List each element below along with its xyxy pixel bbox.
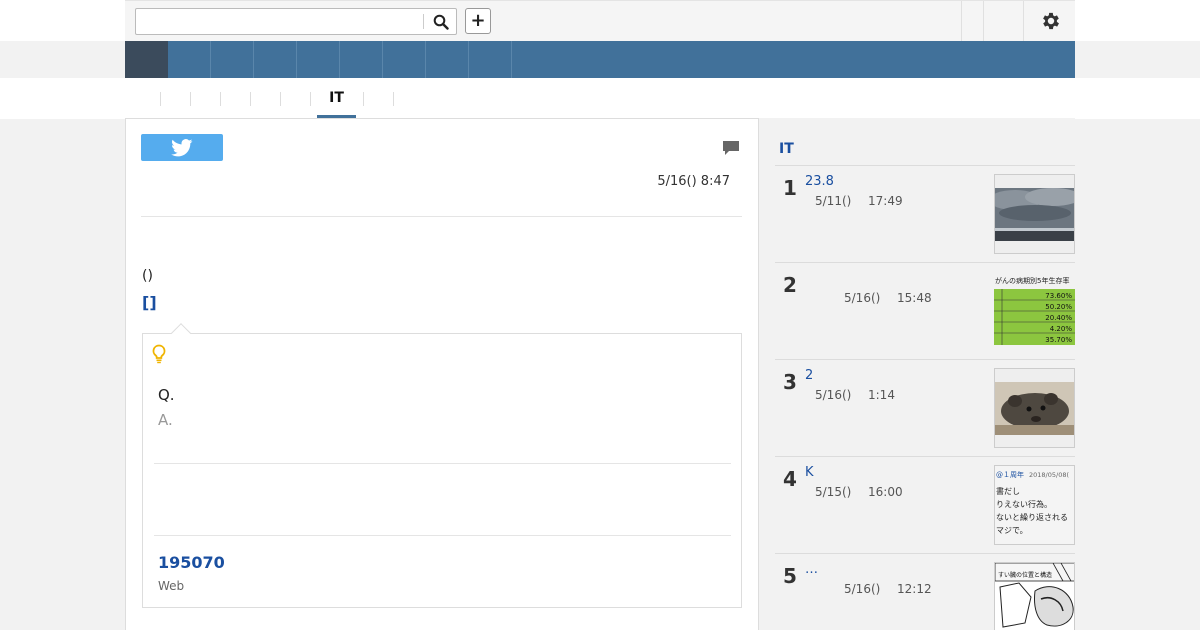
subtab-divider — [250, 92, 251, 106]
manga-image: すい臓の位置と構造 — [995, 563, 1074, 630]
ranking-thumbnail[interactable]: すい臓の位置と構造 — [994, 562, 1075, 630]
tab-it[interactable]: IT — [317, 90, 356, 108]
rank-number: 4 — [783, 467, 797, 491]
divider — [141, 216, 742, 217]
ranking-thumbnail[interactable]: @１周年 2018/05/08( 書だし りえない行為。 ないと繰り返される マ… — [994, 465, 1075, 545]
search-button[interactable] — [430, 11, 452, 33]
divider — [775, 359, 1075, 360]
thumb-table-value: 35.70% — [1045, 336, 1072, 344]
divider — [154, 535, 731, 536]
ranking-time: 17:49 — [868, 194, 903, 208]
divider — [775, 553, 1075, 554]
ranking-date: 5/11() — [815, 194, 852, 208]
divider — [775, 262, 1075, 263]
toolbar-divider — [983, 1, 984, 41]
thumb-tweet-line: マジで。 — [996, 526, 1028, 535]
subtab-divider — [363, 92, 364, 106]
thumb-tweet-line: りえない行為。 — [996, 499, 1052, 509]
ranking-link[interactable]: … — [805, 562, 818, 577]
thumb-manga-label: すい臓の位置と構造 — [998, 571, 1052, 579]
search-icon — [433, 14, 449, 30]
subtab-divider — [310, 92, 311, 106]
nav-item[interactable] — [254, 41, 297, 78]
ranking-time: 15:48 — [897, 291, 932, 305]
thumb-table-header: がんの病期別5年生存率 — [995, 276, 1069, 285]
divider — [154, 463, 731, 464]
qa-box — [142, 333, 742, 608]
comment-icon[interactable] — [722, 139, 740, 157]
rank-number: 5 — [783, 564, 797, 588]
clouds-image — [995, 175, 1074, 253]
ranking-date: 5/16() — [815, 388, 852, 402]
rank-number: 1 — [783, 176, 797, 200]
sidebar-title: IT — [779, 141, 794, 157]
table-image: がんの病期別5年生存率 73.60% 50.20% 20.40% 4.20% 3… — [994, 271, 1075, 351]
count-link[interactable]: 195070 — [158, 553, 225, 572]
nav-item-home[interactable] — [125, 41, 168, 78]
ranking-thumbnail[interactable] — [994, 174, 1075, 254]
article-link[interactable]: [] — [142, 293, 157, 312]
subtab-divider — [190, 92, 191, 106]
ranking-time: 12:12 — [897, 582, 932, 596]
toolbar: + — [125, 0, 1075, 41]
nav-item[interactable] — [383, 41, 426, 78]
rank-number: 3 — [783, 370, 797, 394]
animal-image — [995, 369, 1074, 447]
search-input[interactable] — [136, 9, 424, 34]
ranking-link[interactable]: 23.8 — [805, 174, 834, 189]
thumb-tweet-date: 2018/05/08( — [1029, 471, 1069, 479]
subtab-divider — [280, 92, 281, 106]
ranking-link[interactable]: K — [805, 465, 814, 480]
lightbulb-icon — [152, 344, 166, 364]
toolbar-divider — [1023, 1, 1024, 41]
ranking-date: 5/16() — [844, 291, 881, 305]
gear-icon[interactable] — [1040, 10, 1062, 32]
ranking-link[interactable]: 2 — [805, 368, 813, 383]
divider — [775, 456, 1075, 457]
ranking-time: 1:14 — [868, 388, 895, 402]
search-divider — [423, 14, 424, 29]
nav-item[interactable] — [340, 41, 383, 78]
ranking-thumbnail[interactable] — [994, 368, 1075, 448]
ranking-time: 16:00 — [868, 485, 903, 499]
subtab-divider — [220, 92, 221, 106]
thumb-table-value: 73.60% — [1045, 292, 1072, 300]
divider — [775, 165, 1075, 166]
thumb-tweet-line: 書だし — [996, 486, 1020, 496]
rank-number: 2 — [783, 273, 797, 297]
ranking-thumbnail[interactable]: がんの病期別5年生存率 73.60% 50.20% 20.40% 4.20% 3… — [994, 271, 1075, 351]
main-nav — [125, 41, 1075, 78]
ranking-date: 5/16() — [844, 582, 881, 596]
ranking-date: 5/15() — [815, 485, 852, 499]
article-datetime: 5/16() 8:47 — [657, 174, 730, 189]
search-box — [135, 8, 457, 35]
thumb-table-value: 50.20% — [1045, 303, 1072, 311]
subtab-divider — [160, 92, 161, 106]
subtab-divider — [393, 92, 394, 106]
thumb-tweet-line: ないと繰り返される — [996, 512, 1068, 522]
article-text: () — [142, 268, 153, 284]
nav-item[interactable] — [168, 41, 211, 78]
twitter-share-button[interactable] — [141, 134, 223, 161]
top-bar: + — [0, 0, 1200, 41]
nav-item[interactable] — [426, 41, 469, 78]
answer-text: A. — [158, 411, 173, 429]
nav-item[interactable] — [297, 41, 340, 78]
question-text: Q. — [158, 386, 175, 404]
thumb-table-value: 4.20% — [1050, 325, 1073, 333]
source-label: Web — [158, 579, 185, 593]
tweet-image: @１周年 2018/05/08( 書だし りえない行為。 ないと繰り返される マ… — [995, 466, 1074, 544]
thumb-table-value: 20.40% — [1045, 314, 1072, 322]
add-button[interactable]: + — [465, 8, 491, 34]
nav-item[interactable] — [469, 41, 512, 78]
thumb-tweet-handle: @１周年 — [996, 470, 1024, 479]
nav-item[interactable] — [211, 41, 254, 78]
sub-nav — [0, 78, 1200, 119]
twitter-icon — [171, 138, 193, 156]
toolbar-divider — [961, 1, 962, 41]
